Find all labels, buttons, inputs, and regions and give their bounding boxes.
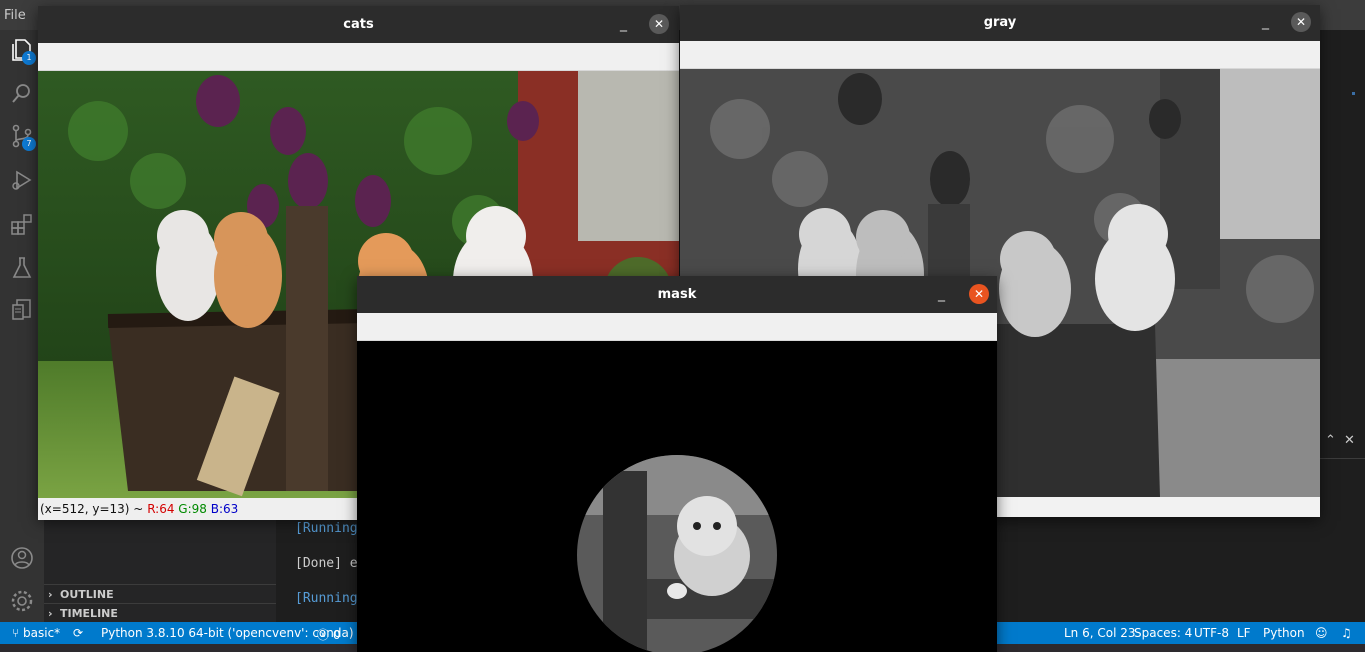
chevron-right-icon: › — [48, 607, 53, 620]
settings-gear-icon[interactable] — [9, 588, 35, 614]
explorer-badge: 1 — [22, 51, 36, 65]
chevron-up-icon[interactable]: ⌃ — [1325, 433, 1336, 448]
outline-section[interactable]: › OUTLINE — [48, 588, 114, 601]
pixel-b: B:63 — [210, 502, 239, 516]
extensions-icon[interactable] — [9, 211, 35, 237]
language-mode[interactable]: Python — [1263, 626, 1305, 640]
gray-toolbar — [680, 41, 1320, 69]
output-line: [Done] e — [295, 556, 358, 571]
close-icon[interactable]: ✕ — [1291, 12, 1311, 32]
output-line: [Running — [295, 591, 358, 606]
menu-file[interactable]: File — [4, 8, 26, 23]
search-icon[interactable] — [9, 80, 35, 106]
timeline-label: TIMELINE — [60, 607, 118, 620]
minimap-marker — [1352, 92, 1355, 95]
bell-icon[interactable]: ♫ — [1341, 626, 1352, 640]
run-debug-icon[interactable] — [9, 167, 35, 193]
problems-count: 0 — [332, 628, 341, 642]
branch-name: basic* — [23, 626, 61, 640]
chevron-right-icon: › — [48, 588, 53, 601]
sidebar-divider — [44, 584, 276, 585]
feedback-icon[interactable]: ☺ — [1315, 626, 1328, 640]
flask-icon[interactable] — [9, 255, 35, 281]
branch-icon: ⑂ — [12, 626, 24, 640]
sidebar-divider — [44, 603, 276, 604]
problems-status[interactable]: ⓧ 0 — [317, 626, 340, 643]
close-icon[interactable]: ✕ — [969, 284, 989, 304]
minimize-icon[interactable]: _ — [1262, 14, 1269, 30]
cats-title: cats — [38, 6, 679, 43]
account-icon[interactable] — [9, 545, 35, 571]
sync-icon[interactable]: ⟳ — [73, 626, 83, 640]
pixel-g: G:98 — [178, 502, 207, 516]
branch-status[interactable]: ⑂ basic* — [12, 626, 60, 640]
output-line: [Running — [295, 521, 358, 536]
outline-label: OUTLINE — [60, 588, 114, 601]
close-panel-icon[interactable]: ✕ — [1344, 433, 1355, 448]
gray-title: gray — [680, 5, 1320, 41]
indentation[interactable]: Spaces: 4 — [1134, 626, 1192, 640]
timeline-section[interactable]: › TIMELINE — [48, 607, 118, 620]
mask-window[interactable]: mask _ ✕ — [357, 276, 997, 652]
error-icon: ⓧ — [317, 628, 333, 642]
mask-title: mask — [357, 276, 997, 313]
encoding[interactable]: UTF-8 — [1194, 626, 1229, 640]
minimize-icon[interactable]: _ — [938, 286, 945, 302]
eol[interactable]: LF — [1237, 626, 1251, 640]
close-icon[interactable]: ✕ — [649, 14, 669, 34]
mask-image[interactable] — [357, 341, 997, 652]
python-interpreter[interactable]: Python 3.8.10 64-bit ('opencvenv': conda… — [101, 626, 354, 640]
cats-toolbar — [38, 43, 679, 71]
remote-explorer-icon[interactable] — [9, 297, 35, 323]
mask-toolbar — [357, 313, 997, 341]
minimize-icon[interactable]: _ — [620, 16, 627, 32]
cursor-position[interactable]: Ln 6, Col 23 — [1064, 626, 1136, 640]
scm-badge: 7 — [22, 137, 36, 151]
pixel-r: R:64 — [147, 502, 175, 516]
pixel-coords: (x=512, y=13) ~ — [40, 502, 144, 516]
